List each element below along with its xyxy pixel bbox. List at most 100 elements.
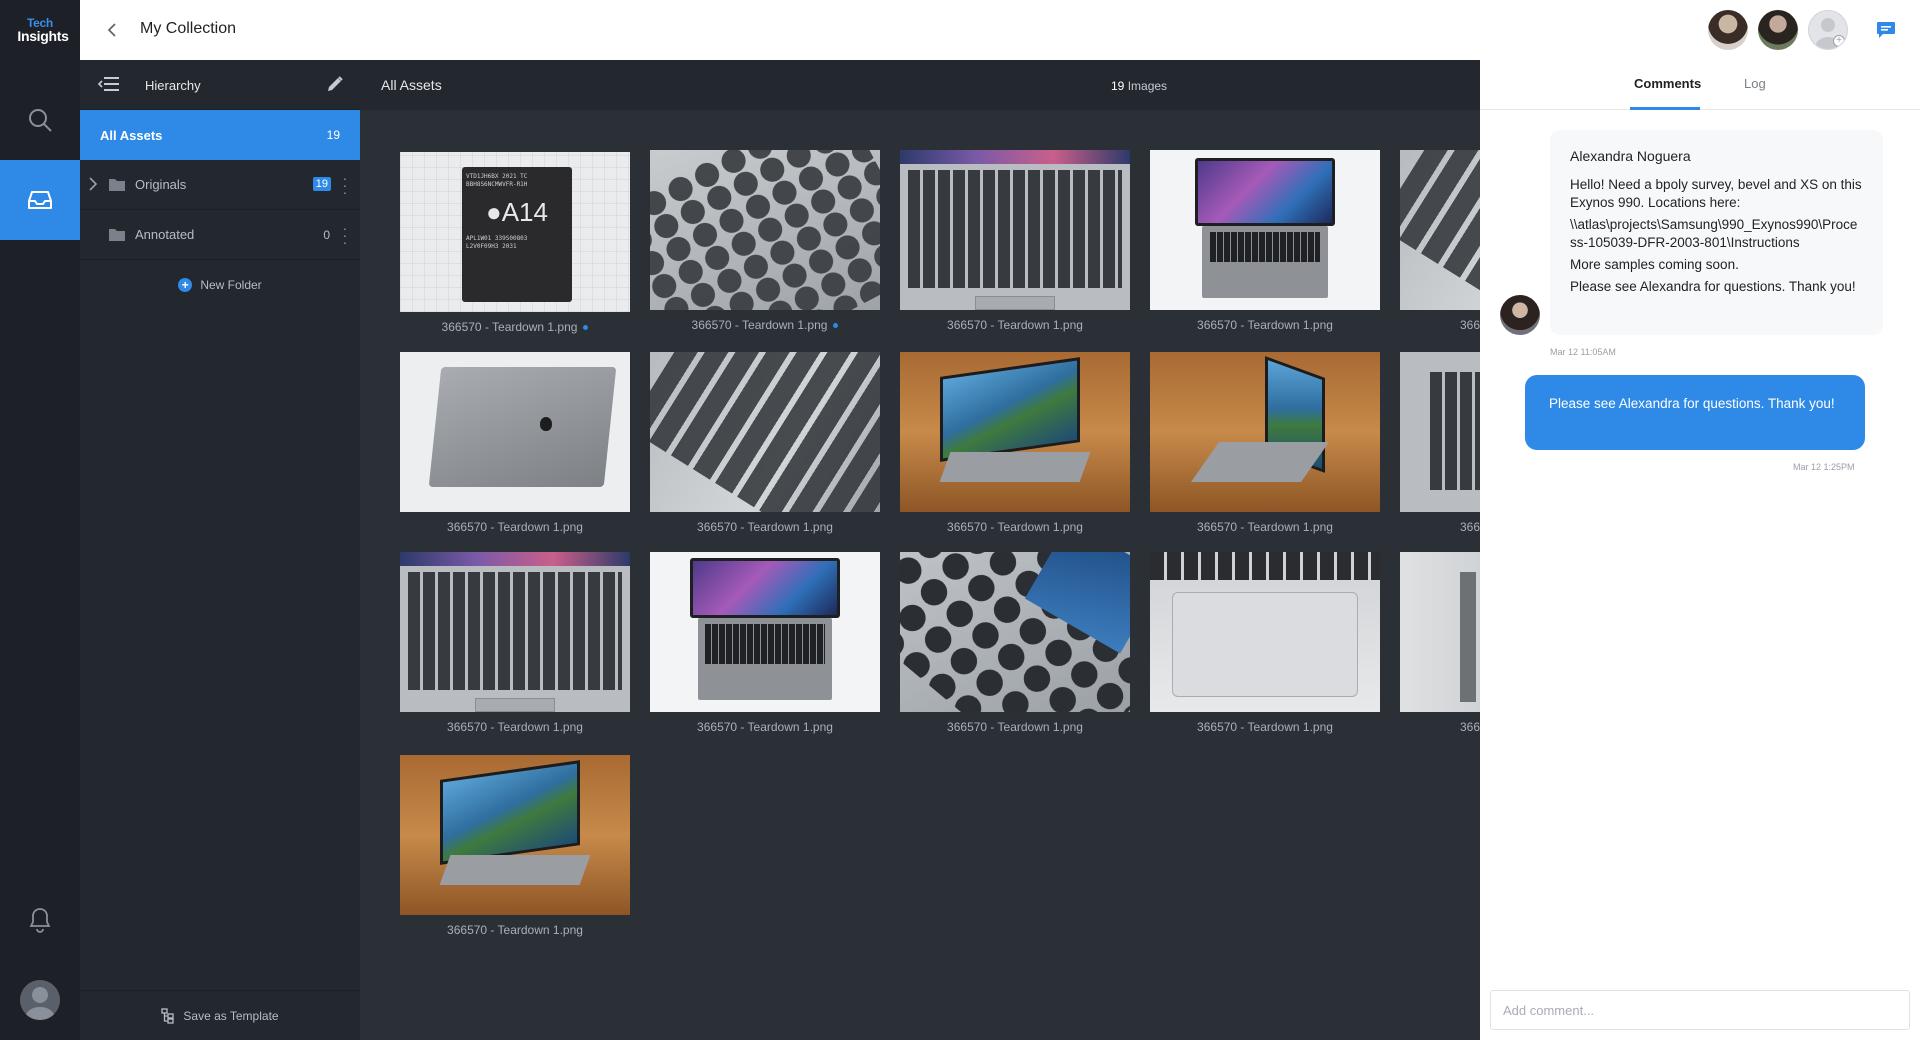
asset-filename: 366570 bbox=[1460, 318, 1480, 332]
asset-filename: 366570 - Teardown 1.png bbox=[447, 720, 583, 734]
search-nav-button[interactable] bbox=[0, 95, 80, 145]
comment-author: Alexandra Noguera bbox=[1570, 148, 1691, 164]
folder-panel-header: Hierarchy bbox=[80, 60, 360, 110]
asset-tile[interactable]: 366570 - Teardown 1.png bbox=[900, 552, 1130, 734]
asset-caption: 366570 bbox=[1400, 520, 1480, 534]
asset-grid-header: All Assets 19 Images bbox=[360, 60, 1480, 110]
asset-tile[interactable]: 366570 - Teardown 1.png bbox=[400, 755, 630, 937]
inbox-icon bbox=[28, 191, 52, 209]
collaborator-avatar[interactable] bbox=[1758, 10, 1798, 50]
comments-tabs: Comments Log bbox=[1480, 60, 1920, 110]
asset-tile[interactable]: 366570 - Teardown 1.png bbox=[1150, 150, 1380, 332]
asset-thumbnail[interactable] bbox=[650, 150, 880, 310]
reply-message: Please see Alexandra for questions. Than… bbox=[1525, 375, 1865, 450]
left-rail: Tech Insights bbox=[0, 0, 80, 1040]
asset-caption: 366570 - Teardown 1.png bbox=[900, 720, 1130, 734]
asset-filename: 366570 - Teardown 1.png bbox=[441, 320, 578, 334]
asset-tile[interactable]: VTD1JH6BX 2021 TC BBH8S6NCMWVFR-R1H ●A14… bbox=[400, 152, 630, 334]
asset-grid-area: All Assets 19 Images VTD1JH6BX 2021 TC B… bbox=[360, 60, 1480, 1040]
asset-tile[interactable]: 366570 - Teardown 1.png bbox=[650, 352, 880, 534]
folder-more-icon[interactable]: · · · bbox=[342, 171, 348, 199]
asset-tile[interactable]: 366570 bbox=[1400, 352, 1480, 534]
pencil-icon[interactable] bbox=[326, 75, 344, 93]
asset-thumbnail[interactable] bbox=[650, 352, 880, 512]
comments-panel: Comments Log Alexandra Noguera Hello! Ne… bbox=[1480, 60, 1920, 1040]
comments-toggle-button[interactable] bbox=[1874, 18, 1898, 42]
new-folder-button[interactable]: + New Folder bbox=[80, 260, 360, 310]
comment-text: Hello! Need a bpoly survey, bevel and XS… bbox=[1570, 177, 1862, 210]
asset-thumbnail[interactable] bbox=[400, 352, 630, 512]
trackpad-image bbox=[475, 698, 555, 712]
folder-more-icon[interactable]: · · · bbox=[342, 221, 348, 249]
trackpad-image bbox=[975, 296, 1055, 310]
asset-thumbnail[interactable] bbox=[900, 552, 1130, 712]
folder-all-assets[interactable]: All Assets 19 bbox=[80, 110, 360, 160]
asset-tile[interactable]: 366570 bbox=[1400, 150, 1480, 332]
asset-tile[interactable]: 366570 - Teardown 1.png bbox=[400, 552, 630, 734]
back-button[interactable] bbox=[100, 18, 124, 42]
collapse-menu-icon[interactable] bbox=[98, 75, 120, 93]
asset-thumbnail[interactable] bbox=[1150, 552, 1380, 712]
commenter-avatar bbox=[1500, 295, 1540, 335]
laptop-edge bbox=[1460, 572, 1476, 702]
asset-caption: 366570 - Teardown 1.png bbox=[650, 720, 880, 734]
notifications-button[interactable] bbox=[0, 895, 80, 945]
asset-tile[interactable]: 366570 - Teardown 1.png bbox=[650, 150, 880, 332]
laptop-keys bbox=[705, 624, 825, 664]
keyboard-image bbox=[908, 170, 1122, 288]
asset-thumbnail[interactable]: VTD1JH6BX 2021 TC BBH8S6NCMWVFR-R1H ●A14… bbox=[400, 152, 630, 312]
collections-nav-button[interactable] bbox=[0, 160, 80, 240]
asset-tile[interactable]: 366570 bbox=[1400, 552, 1480, 734]
asset-thumbnail[interactable] bbox=[1150, 150, 1380, 310]
asset-filename: 366570 - Teardown 1.png bbox=[1197, 318, 1333, 332]
user-avatar-button[interactable] bbox=[0, 975, 80, 1025]
asset-thumbnail[interactable] bbox=[1400, 150, 1480, 310]
asset-thumbnail[interactable] bbox=[900, 352, 1130, 512]
keyboard-image bbox=[1400, 150, 1480, 310]
laptop-lid bbox=[428, 367, 617, 487]
chip-marking: VTD1JH6BX 2021 TC bbox=[466, 173, 528, 180]
laptop-image bbox=[1150, 150, 1380, 310]
collection-title: My Collection bbox=[140, 20, 237, 37]
asset-caption: 366570 - Teardown 1.png bbox=[1150, 520, 1380, 534]
top-bar: My Collection + bbox=[80, 0, 1920, 60]
folder-count-badge: 19 bbox=[312, 177, 331, 191]
laptop-screen bbox=[1195, 158, 1335, 226]
asset-caption: 366570 - Teardown 1.png bbox=[400, 923, 630, 937]
keyboard-image bbox=[650, 150, 880, 310]
asset-tile[interactable]: 366570 - Teardown 1.png bbox=[900, 150, 1130, 332]
asset-tile[interactable]: 366570 - Teardown 1.png bbox=[1150, 352, 1380, 534]
folder-panel: Hierarchy All Assets 19 Originals 19 · · ·… bbox=[80, 60, 360, 1040]
asset-thumbnail[interactable] bbox=[400, 755, 630, 915]
add-comment-input[interactable] bbox=[1490, 990, 1910, 1030]
asset-tile[interactable]: 366570 - Teardown 1.png bbox=[1150, 552, 1380, 734]
folder-icon bbox=[109, 229, 125, 241]
asset-tile[interactable]: 366570 - Teardown 1.png bbox=[900, 352, 1130, 534]
logo-line-2: Insights bbox=[17, 28, 69, 44]
asset-thumbnail[interactable] bbox=[1400, 352, 1480, 512]
techinsights-logo[interactable]: Tech Insights bbox=[0, 0, 80, 60]
asset-thumbnail[interactable] bbox=[1400, 552, 1480, 712]
save-as-template-button[interactable]: Save as Template bbox=[80, 990, 360, 1040]
tab-log[interactable]: Log bbox=[1744, 76, 1766, 91]
comment-path[interactable]: \\atlas\projects\Samsung\990_Exynos990\P… bbox=[1570, 216, 1863, 252]
folder-annotated[interactable]: Annotated 0 · · · bbox=[80, 210, 360, 260]
asset-thumbnail[interactable] bbox=[900, 150, 1130, 310]
collaborator-avatar[interactable] bbox=[1708, 10, 1748, 50]
asset-filename: 366570 - Teardown 1.png bbox=[447, 923, 583, 937]
asset-thumbnail[interactable] bbox=[650, 552, 880, 712]
asset-caption: 366570 bbox=[1400, 318, 1480, 332]
asset-thumbnail[interactable] bbox=[1150, 352, 1380, 512]
plus-circle-icon: + bbox=[178, 278, 193, 292]
asset-thumbnail[interactable] bbox=[400, 552, 630, 712]
folder-originals[interactable]: Originals 19 · · · bbox=[80, 160, 360, 210]
image-count-number: 19 bbox=[1111, 79, 1125, 93]
add-collaborator-button[interactable]: + bbox=[1808, 10, 1848, 50]
asset-tile[interactable]: 366570 - Teardown 1.png bbox=[650, 552, 880, 734]
chevron-right-icon[interactable] bbox=[88, 177, 98, 191]
tab-comments[interactable]: Comments bbox=[1634, 76, 1701, 91]
folder-label: All Assets bbox=[100, 127, 163, 143]
keyboard-image bbox=[1430, 372, 1480, 490]
asset-tile[interactable]: 366570 - Teardown 1.png bbox=[400, 352, 630, 534]
laptop-base bbox=[939, 452, 1091, 482]
